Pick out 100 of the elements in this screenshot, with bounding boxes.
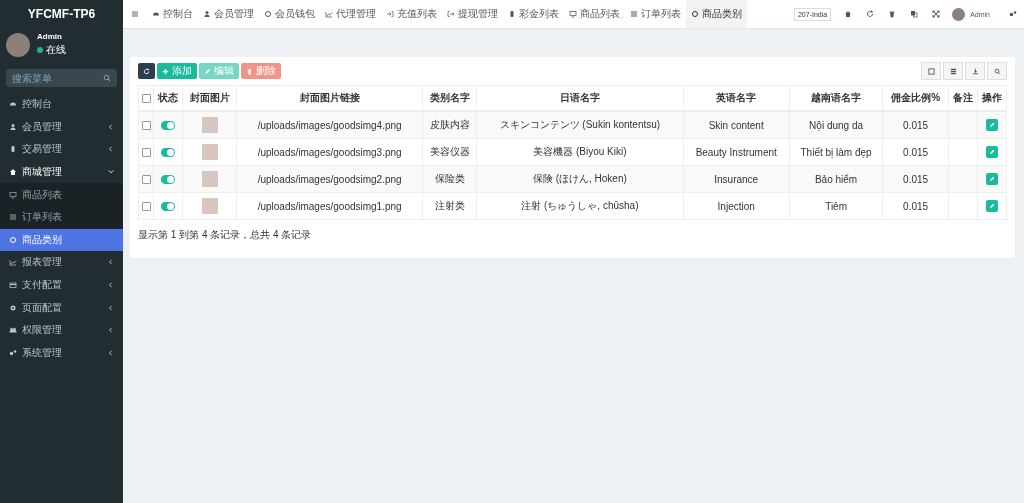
row-checkbox[interactable] <box>141 148 151 158</box>
nav-tab[interactable]: 充值列表 <box>381 0 442 28</box>
table-cell: 0.015 <box>882 111 949 139</box>
status-toggle[interactable] <box>161 202 176 212</box>
trash-icon[interactable] <box>888 10 897 18</box>
nav-tab[interactable]: 控制台 <box>147 0 198 28</box>
pencil-icon <box>988 122 995 129</box>
sidebar-item[interactable]: 交易管理 <box>0 138 123 161</box>
refresh-icon[interactable] <box>866 10 875 18</box>
gauge-icon <box>152 10 160 18</box>
download-icon <box>971 67 979 75</box>
row-checkbox[interactable] <box>141 202 151 212</box>
refresh-button[interactable] <box>138 63 155 79</box>
sidebar-item[interactable]: 支付配置 <box>0 273 123 297</box>
sidebar-item[interactable]: 报表管理 <box>0 251 123 274</box>
nav-tab[interactable]: 代理管理 <box>320 0 381 28</box>
status-toggle[interactable] <box>161 175 176 185</box>
table-cell: Insurance <box>683 165 790 193</box>
sidebar-item[interactable]: 权限管理 <box>0 318 123 342</box>
pencil-icon <box>204 67 211 75</box>
user-status: 在线 <box>46 43 66 57</box>
table-cell: Tiêm <box>789 192 883 220</box>
table-cell: Skin content <box>683 111 790 139</box>
sidebar-item[interactable]: 商品类别 <box>0 228 123 252</box>
table-cell: 保険 (ほけん, Hoken) <box>476 165 684 193</box>
avatar <box>6 32 30 57</box>
sidebar-item[interactable]: 系统管理 <box>0 341 123 365</box>
monitor-icon <box>9 190 17 199</box>
row-checkbox[interactable] <box>141 175 151 185</box>
sign-out-icon <box>447 10 455 18</box>
edit-button[interactable] <box>985 200 998 213</box>
edit-button[interactable] <box>985 146 998 159</box>
menu-search-field[interactable]: 搜索菜单 <box>6 69 117 87</box>
edit-button[interactable] <box>985 119 998 132</box>
nav-tab[interactable]: 会员管理 <box>198 0 259 28</box>
photo-placeholder <box>201 198 218 214</box>
table-cell: Beauty Instrument <box>683 138 790 166</box>
gauge-icon <box>9 100 17 109</box>
row-checkbox[interactable] <box>141 121 151 131</box>
nav-tab[interactable]: 商品类别 <box>686 0 747 28</box>
line-chart-icon <box>9 258 17 267</box>
search-icon <box>993 67 1001 75</box>
table-cell: Nội dung da <box>789 111 883 139</box>
user-icon <box>9 122 17 131</box>
monitor-icon <box>569 10 577 18</box>
photo-placeholder <box>201 171 218 187</box>
home-icon[interactable] <box>844 10 853 18</box>
sidebar-item[interactable]: 控制台 <box>0 93 123 116</box>
search-button[interactable] <box>987 62 1007 80</box>
columns-button[interactable] <box>943 62 963 80</box>
circle-icon <box>264 10 272 18</box>
pencil-icon <box>988 149 995 156</box>
table-cell: /uploads/images/goodsimg3.png <box>236 138 423 166</box>
table-cell: /uploads/images/goodsimg1.png <box>236 192 423 220</box>
photo-placeholder <box>201 144 218 160</box>
table-cell: Thiết bị làm đẹp <box>789 138 883 166</box>
sidebar-item[interactable]: 订单列表 <box>0 205 123 229</box>
table-cell: スキンコンテンツ (Sukin kontentsu) <box>476 111 684 139</box>
nav-tab[interactable]: 订单列表 <box>625 0 686 28</box>
table-cell: 0.015 <box>882 138 949 166</box>
table-cell: 0.015 <box>882 192 949 220</box>
nav-tab[interactable]: 商品列表 <box>564 0 625 28</box>
user-name: Admin <box>37 32 63 41</box>
pencil-icon <box>988 203 995 210</box>
pagination-info: 显示第 1 到第 4 条记录，总共 4 条记录 <box>138 228 313 242</box>
gear-icon <box>9 303 17 312</box>
sidebar-item[interactable]: 页面配置 <box>0 296 123 319</box>
gears-icon[interactable] <box>1009 10 1017 18</box>
table-cell: 注射 (ちゅうしゃ, chūsha) <box>476 192 684 220</box>
sidebar-item[interactable]: 会员管理 <box>0 115 123 139</box>
translate-icon[interactable] <box>910 10 919 18</box>
table-icon <box>927 67 935 75</box>
line-chart-icon <box>325 10 333 18</box>
sidebar-item[interactable]: 商品列表 <box>0 183 123 206</box>
sign-in-icon <box>386 10 394 18</box>
avatar[interactable] <box>952 7 966 21</box>
search-icon <box>103 74 111 82</box>
table-cell: /uploads/images/goodsimg2.png <box>236 165 423 193</box>
fullscreen-icon[interactable] <box>932 10 941 18</box>
refresh-icon <box>143 67 150 75</box>
table-cell: 美容機器 (Biyou Kiki) <box>476 138 684 166</box>
card-icon <box>9 281 17 290</box>
nav-tab[interactable]: 提现管理 <box>442 0 503 28</box>
table-cell: 美容仪器 <box>422 138 477 166</box>
status-dot <box>37 47 43 53</box>
toggle-view-button[interactable] <box>921 62 941 80</box>
home-icon <box>9 168 17 177</box>
edit-button[interactable] <box>985 173 998 186</box>
sidebar-item[interactable]: 商城管理 <box>0 160 123 184</box>
gears-icon <box>9 348 17 357</box>
select-all-checkbox[interactable] <box>141 94 151 104</box>
photo-placeholder <box>201 117 218 133</box>
nav-tab[interactable]: 会员钱包 <box>259 0 320 28</box>
user-icon <box>203 10 211 18</box>
pencil-icon <box>988 176 995 183</box>
nav-tab[interactable]: 彩金列表 <box>503 0 564 28</box>
status-toggle[interactable] <box>161 121 176 131</box>
plus-icon <box>162 67 169 75</box>
export-button[interactable] <box>965 62 985 80</box>
status-toggle[interactable] <box>161 148 176 158</box>
